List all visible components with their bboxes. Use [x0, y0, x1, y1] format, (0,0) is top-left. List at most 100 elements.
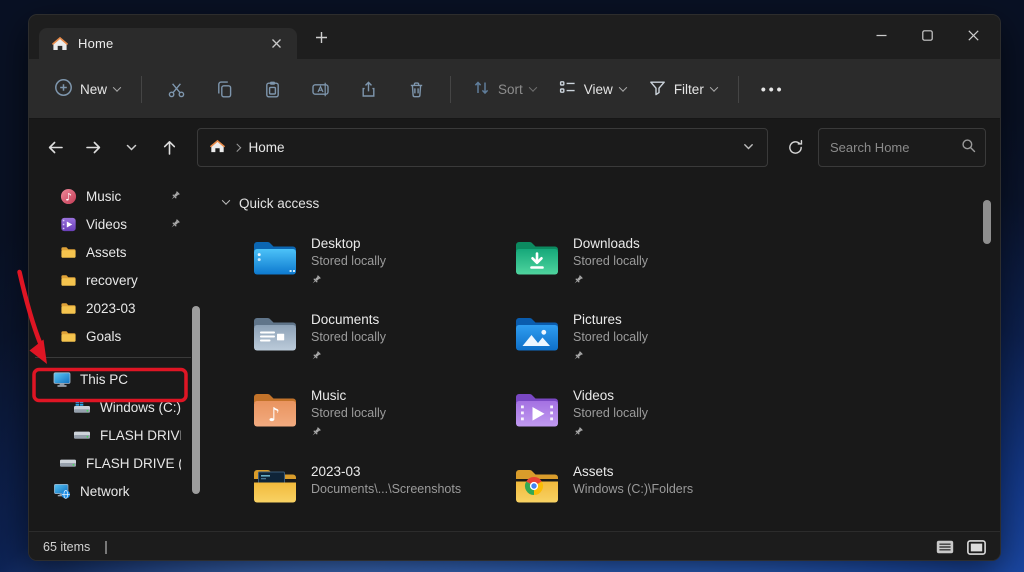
chevron-down-icon — [529, 83, 537, 91]
sidebar-item-network[interactable]: Network — [29, 477, 201, 505]
breadcrumb-path[interactable]: Home — [249, 140, 285, 155]
pin-icon — [311, 349, 386, 361]
pin-icon — [573, 349, 648, 361]
more-options-button[interactable]: ••• — [749, 81, 797, 97]
large-icons-view-button[interactable] — [964, 537, 988, 557]
sidebar-scrollbar[interactable] — [192, 306, 200, 494]
copy-button[interactable] — [200, 70, 248, 108]
chevron-down-icon — [710, 83, 718, 91]
pin-icon — [573, 425, 648, 437]
music-badge-icon: ♪ — [59, 187, 77, 205]
sidebar-item-label: 2023-03 — [86, 301, 136, 316]
chevron-down-icon — [113, 83, 121, 91]
sidebar-item-2023-03[interactable]: 2023-03 — [29, 294, 201, 322]
sidebar-item-windows-c[interactable]: Windows (C:) — [29, 393, 201, 421]
sidebar-item-this-pc[interactable]: This PC — [29, 365, 201, 393]
rename-button[interactable] — [296, 70, 344, 108]
back-button[interactable] — [37, 131, 73, 165]
quick-access-tile-documents[interactable]: Documents Stored locally — [251, 311, 513, 387]
item-subtitle: Documents\...\Screenshots — [311, 482, 461, 496]
item-name: 2023-03 — [311, 464, 461, 479]
refresh-icon — [787, 139, 804, 156]
new-tab-button[interactable] — [305, 23, 337, 51]
refresh-button[interactable] — [776, 131, 814, 165]
view-button[interactable]: View — [547, 70, 637, 108]
items-count: 65 items — [43, 540, 90, 554]
quick-access-tile-downloads[interactable]: Downloads Stored locally — [513, 235, 775, 311]
sidebar-item-goals[interactable]: Goals — [29, 322, 201, 350]
quick-access-tile-assets[interactable]: Assets Windows (C:)\Folders — [513, 463, 775, 539]
tab-home[interactable]: Home — [39, 28, 297, 59]
search-input[interactable] — [830, 140, 961, 155]
item-name: Videos — [573, 388, 648, 403]
drive-windows-icon — [73, 398, 91, 416]
command-toolbar: New Sort — [29, 59, 1000, 119]
folder-icon — [59, 327, 77, 345]
this-pc-icon — [53, 370, 71, 388]
quick-access-header[interactable]: Quick access — [223, 194, 1000, 213]
filter-button[interactable]: Filter — [637, 70, 728, 108]
sidebar-item-label: Windows (C:) — [100, 400, 181, 415]
rename-icon — [311, 80, 330, 99]
address-dropdown-icon[interactable] — [742, 140, 755, 156]
pin-icon — [170, 191, 181, 202]
folder-documents-icon — [251, 313, 299, 353]
clipboard-icon — [263, 80, 282, 99]
toolbar-separator — [141, 76, 142, 103]
quick-access-tile-2023-03[interactable]: 2023-03 Documents\...\Screenshots — [251, 463, 513, 539]
folder-desktop-icon — [251, 237, 299, 277]
cut-button[interactable] — [152, 70, 200, 108]
forward-button[interactable] — [75, 131, 111, 165]
item-subtitle: Windows (C:)\Folders — [573, 482, 693, 496]
quick-access-tile-desktop[interactable]: Desktop Stored locally — [251, 235, 513, 311]
sidebar-item-label: FLASH DRIVE (D:) — [86, 456, 181, 471]
new-button[interactable]: New — [43, 70, 131, 108]
items-view: Quick access Desktop Stored locally Down… — [201, 176, 1000, 531]
navigation-pane: ♪ Music Videos Assets recovery 2023-03 G… — [29, 176, 201, 531]
address-bar[interactable]: Home — [197, 128, 768, 167]
search-box[interactable] — [818, 128, 986, 167]
status-divider — [105, 541, 107, 554]
view-list-icon — [558, 78, 577, 100]
delete-button[interactable] — [392, 70, 440, 108]
sidebar-item-flash-drive-d[interactable]: FLASH DRIVE (D:) — [29, 449, 201, 477]
sidebar-item-assets[interactable]: Assets — [29, 238, 201, 266]
quick-access-tile-music[interactable]: ♪ Music Stored locally — [251, 387, 513, 463]
sidebar-item-label: FLASH DRIVE (D: — [100, 428, 181, 443]
folder-downloads-icon — [513, 237, 561, 277]
maximize-button[interactable] — [904, 15, 950, 55]
tab-close-icon[interactable] — [263, 32, 289, 55]
view-toggles — [933, 537, 988, 557]
recent-locations-button[interactable] — [113, 131, 149, 165]
sort-button-label: Sort — [498, 82, 523, 97]
up-button[interactable] — [151, 131, 187, 165]
sidebar-item-label: Assets — [86, 245, 127, 260]
sidebar-item-videos[interactable]: Videos — [29, 210, 201, 238]
window-controls — [858, 15, 996, 57]
close-button[interactable] — [950, 15, 996, 55]
videos-badge-icon — [59, 215, 77, 233]
quick-access-tile-videos[interactable]: Videos Stored locally — [513, 387, 775, 463]
main-scrollbar[interactable] — [983, 200, 991, 244]
svg-text:♪: ♪ — [268, 404, 280, 426]
address-row: Home — [29, 119, 1000, 176]
item-name: Downloads — [573, 236, 648, 251]
details-view-button[interactable] — [933, 537, 957, 557]
item-name: Assets — [573, 464, 693, 479]
sidebar-item-music[interactable]: ♪ Music — [29, 182, 201, 210]
sidebar-item-label: Videos — [86, 217, 127, 232]
sort-button[interactable]: Sort — [461, 70, 547, 108]
network-icon — [53, 482, 71, 500]
content-area: ♪ Music Videos Assets recovery 2023-03 G… — [29, 176, 1000, 531]
folder-chrome-icon — [513, 465, 561, 505]
paste-button[interactable] — [248, 70, 296, 108]
quick-access-label: Quick access — [239, 196, 319, 211]
sidebar-item-flash-drive-d[interactable]: FLASH DRIVE (D: — [29, 421, 201, 449]
scissors-icon — [167, 80, 186, 99]
quick-access-tile-pictures[interactable]: Pictures Stored locally — [513, 311, 775, 387]
minimize-button[interactable] — [858, 15, 904, 55]
sidebar-item-recovery[interactable]: recovery — [29, 266, 201, 294]
svg-text:♪: ♪ — [65, 191, 72, 203]
share-button[interactable] — [344, 70, 392, 108]
folder-icon — [59, 299, 77, 317]
